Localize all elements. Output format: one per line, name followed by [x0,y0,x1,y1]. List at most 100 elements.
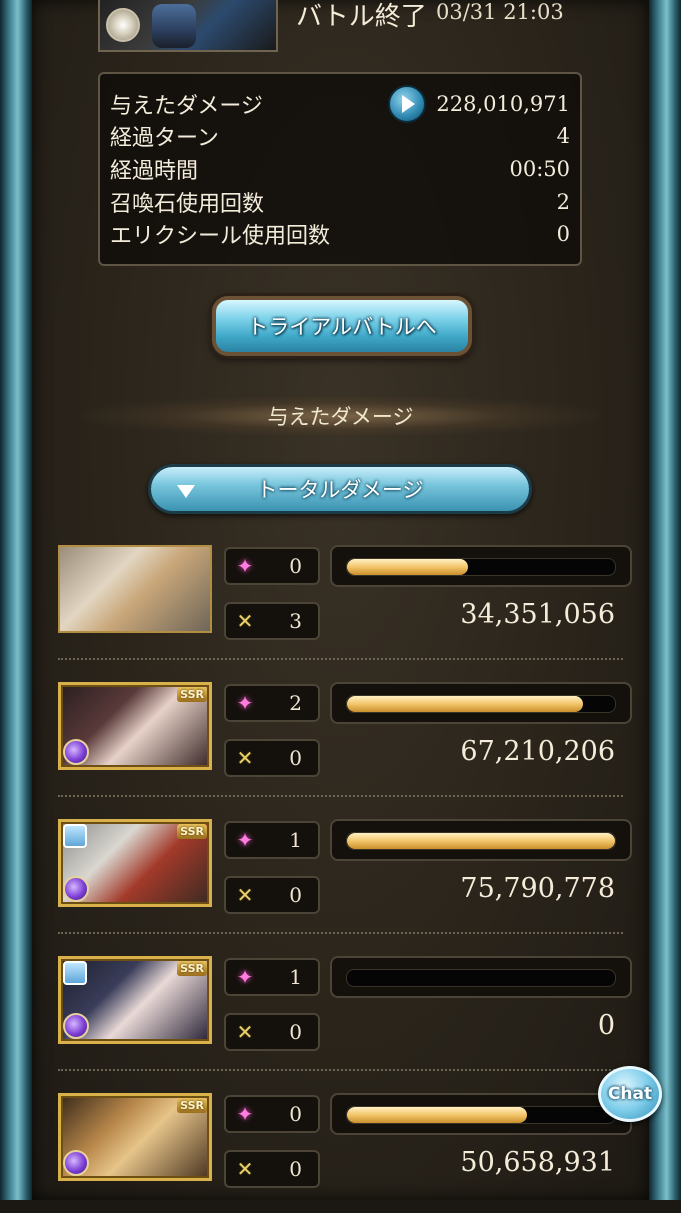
rarity-badge: SSR [177,1098,207,1113]
rarity-badge: SSR [177,824,207,839]
character-row: SSR ✦ 0 ✕ 0 50,658,931 [0,1093,681,1213]
attack-count: 0 [289,1157,302,1181]
stat-value: 4 [556,124,570,148]
stat-row-elixirs: エリクシール使用回数 0 [110,218,570,250]
skill-count: 0 [289,1102,302,1126]
trial-battle-button[interactable]: トライアルバトルへ [212,296,472,356]
damage-bar-fill [347,696,583,712]
sparkle-icon: ✦ [236,691,254,715]
skill-count: 0 [289,554,302,578]
attack-count-badge: ✕ 3 [224,602,320,640]
damage-section-title: 与えたダメージ [80,396,601,436]
damage-bar-track [346,1106,616,1124]
stat-row-summons: 召喚石使用回数 2 [110,186,570,218]
orb-icon [106,8,140,42]
stat-row-time: 経過時間 00:50 [110,153,570,185]
damage-value: 75,790,778 [460,873,615,904]
damage-bar [330,956,632,998]
dark-element-icon [63,876,89,902]
dark-element-icon [63,739,89,765]
crossed-swords-icon: ✕ [236,609,254,633]
crossed-swords-icon: ✕ [236,883,254,907]
row-divider [58,658,623,660]
damage-bar-track [346,969,616,987]
ring-icon [63,961,87,985]
sparkle-icon: ✦ [236,554,254,578]
damage-bar [330,545,632,587]
damage-value: 34,351,056 [460,599,615,630]
sparkle-icon: ✦ [236,1102,254,1126]
play-icon[interactable] [388,85,427,123]
damage-bar-track [346,832,616,850]
jar-icon [152,4,196,48]
character-row: SSR ✦ 1 ✕ 0 0 [0,956,681,1076]
rarity-badge: SSR [177,687,207,702]
attack-count-badge: ✕ 0 [224,1150,320,1188]
total-damage-label: トータルダメージ [256,478,424,502]
character-portrait[interactable] [58,545,212,633]
dark-element-icon [63,1150,89,1176]
quest-thumbnail [98,0,278,52]
skill-count: 1 [289,965,302,989]
battle-timestamp: 03/31 21:03 [436,0,564,24]
stat-row-damage: 与えたダメージ 228,010,971 [110,85,570,123]
character-portrait[interactable]: SSR [58,956,212,1044]
attack-count: 0 [289,746,302,770]
crossed-swords-icon: ✕ [236,1157,254,1181]
skill-count-badge: ✦ 1 [224,821,320,859]
row-divider [58,1069,623,1071]
character-row: SSR ✦ 2 ✕ 0 67,210,206 [0,682,681,802]
damage-bar-fill [347,833,615,849]
stat-value: 00:50 [509,157,570,181]
stat-value: 228,010,971 [436,92,570,116]
stat-row-turns: 経過ターン 4 [110,120,570,152]
attack-count-badge: ✕ 0 [224,1013,320,1051]
attack-count-badge: ✕ 0 [224,876,320,914]
damage-bar [330,1093,632,1135]
character-portrait[interactable]: SSR [58,819,212,907]
character-row: ✦ 0 ✕ 3 34,351,056 [0,545,681,665]
crossed-swords-icon: ✕ [236,746,254,770]
stat-value: 2 [556,190,570,214]
character-row: SSR ✦ 1 ✕ 0 75,790,778 [0,819,681,939]
crossed-swords-icon: ✕ [236,1020,254,1044]
skill-count-badge: ✦ 0 [224,547,320,585]
damage-bar-track [346,558,616,576]
skill-count: 2 [289,691,302,715]
row-divider [58,932,623,934]
damage-bar-fill [347,559,468,575]
skill-count-badge: ✦ 1 [224,958,320,996]
damage-value: 50,658,931 [460,1147,615,1178]
attack-count: 3 [289,609,302,633]
sparkle-icon: ✦ [236,828,254,852]
dark-element-icon [63,1013,89,1039]
damage-bar-fill [347,1107,527,1123]
skill-count-badge: ✦ 2 [224,684,320,722]
stat-label: 経過ターン [110,126,219,151]
stat-label: 与えたダメージ [110,94,263,119]
damage-bar [330,819,632,861]
chat-button[interactable]: Chat [598,1066,662,1122]
skill-count-badge: ✦ 0 [224,1095,320,1133]
damage-bar-track [346,695,616,713]
stat-label: エリクシール使用回数 [110,224,331,249]
total-damage-dropdown[interactable]: トータルダメージ [148,464,532,514]
damage-bar [330,682,632,724]
character-portrait[interactable]: SSR [58,682,212,770]
skill-count: 1 [289,828,302,852]
attack-count: 0 [289,1020,302,1044]
battle-end-title: バトル終了 [296,2,427,32]
ring-icon [63,824,87,848]
damage-value: 0 [597,1010,615,1041]
attack-count: 0 [289,883,302,907]
rarity-badge: SSR [177,961,207,976]
stat-value: 0 [556,222,570,246]
row-divider [58,795,623,797]
battle-stats-box: 与えたダメージ 228,010,971 経過ターン 4 経過時間 00:50 召… [98,72,582,266]
attack-count-badge: ✕ 0 [224,739,320,777]
damage-value: 67,210,206 [460,736,615,767]
stat-label: 経過時間 [110,159,199,184]
character-portrait[interactable]: SSR [58,1093,212,1181]
sparkle-icon: ✦ [236,965,254,989]
stat-label: 召喚石使用回数 [110,192,265,217]
